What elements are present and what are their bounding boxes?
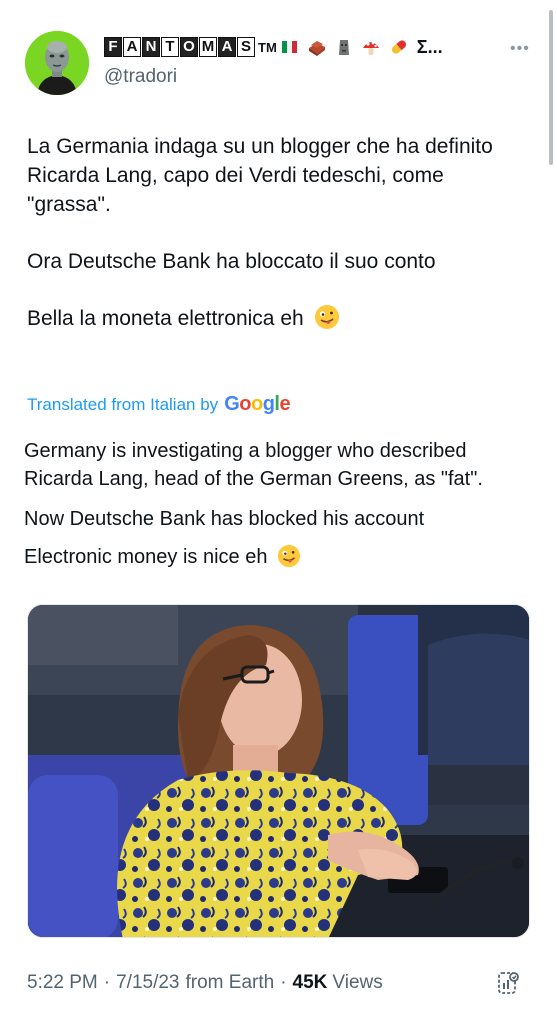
italy-flag-icon bbox=[281, 41, 297, 53]
zany-face-emoji-icon bbox=[277, 544, 301, 568]
meta-separator: · bbox=[103, 972, 111, 993]
tweet-paragraph: Ora Deutsche Bank ha bloccato il suo con… bbox=[27, 250, 436, 273]
name-letter: N bbox=[142, 37, 160, 57]
name-letter: A bbox=[123, 37, 141, 57]
name-letter: O bbox=[180, 37, 198, 57]
name-letter: T bbox=[161, 37, 179, 57]
name-suffix: Σ... bbox=[416, 36, 443, 57]
tweet-time[interactable]: 5:22 PM bbox=[27, 972, 98, 994]
tweet-paragraph: Bella la moneta elettronica eh bbox=[27, 307, 304, 330]
pill-icon bbox=[391, 40, 406, 54]
photo-image bbox=[28, 605, 529, 937]
tweet-meta: 5:22 PM · 7/15/23 from Earth · 45K Views bbox=[27, 972, 383, 994]
translation-label: Translated from Italian by bbox=[27, 394, 219, 414]
tweet-date[interactable]: 7/15/23 bbox=[116, 972, 179, 994]
avatar-image bbox=[25, 31, 89, 95]
name-letter: S bbox=[237, 37, 255, 57]
tweet-photo[interactable] bbox=[27, 604, 530, 938]
moai-icon bbox=[338, 40, 349, 55]
scrollbar-thumb[interactable] bbox=[549, 10, 553, 165]
display-name[interactable]: F A N T O M A S TM Σ... bbox=[104, 34, 443, 60]
brand-name: F A N T O M A S bbox=[104, 37, 255, 57]
more-options-icon[interactable]: ••• bbox=[510, 40, 530, 58]
name-letter: A bbox=[218, 37, 236, 57]
views-count: 45K bbox=[292, 972, 328, 993]
tweet-source: from Earth bbox=[185, 972, 275, 993]
tweet-header: F A N T O M A S TM Σ... ••• @tradori bbox=[0, 0, 557, 165]
translation-line-with-emoji: Electronic money is nice eh bbox=[24, 543, 534, 571]
name-letter: M bbox=[199, 37, 217, 57]
avatar[interactable] bbox=[25, 31, 89, 95]
views-label: Views bbox=[332, 972, 383, 993]
meta-separator: · bbox=[280, 972, 287, 993]
translation-line: Electronic money is nice eh bbox=[24, 546, 268, 568]
bricks-icon bbox=[308, 41, 325, 56]
tweet-paragraph: La Germania indaga su un blogger che ha … bbox=[27, 135, 493, 216]
translation-attribution[interactable]: Translated from Italian by Google bbox=[27, 393, 291, 416]
translated-text: Germany is investigating a blogger who d… bbox=[24, 437, 534, 571]
mushroom-icon bbox=[362, 41, 379, 55]
trademark: TM bbox=[258, 39, 277, 55]
analytics-icon[interactable] bbox=[497, 970, 521, 996]
zany-face-emoji-icon bbox=[314, 305, 339, 329]
translation-line: Germany is investigating a blogger who d… bbox=[24, 440, 483, 490]
user-handle[interactable]: @tradori bbox=[104, 66, 177, 88]
tweet-body: La Germania indaga su un blogger che ha … bbox=[27, 132, 532, 333]
name-letter: F bbox=[104, 37, 122, 57]
translation-line: Now Deutsche Bank has blocked his accoun… bbox=[24, 508, 425, 530]
tweet-paragraph-with-emoji: Bella la moneta elettronica eh bbox=[27, 304, 532, 333]
google-logo: Google bbox=[224, 393, 291, 415]
